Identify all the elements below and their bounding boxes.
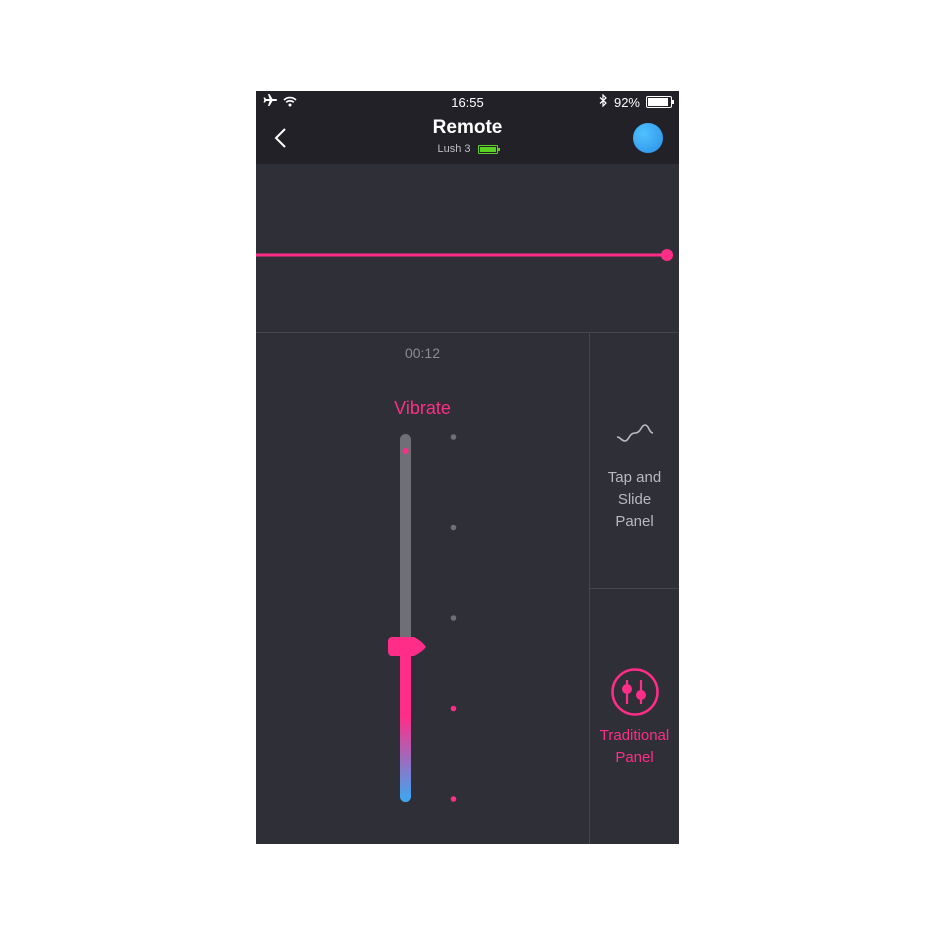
bluetooth-icon <box>599 93 608 110</box>
tap-and-slide-label-line1: Tap and <box>607 469 662 486</box>
level-step-dot <box>450 705 457 712</box>
tap-and-slide-panel-button[interactable]: Tap and Slide Panel <box>590 333 679 588</box>
tap-and-slide-label-line3: Panel <box>615 513 654 530</box>
level-step-dot <box>450 434 457 440</box>
traditional-panel-button[interactable]: Traditional Panel <box>590 589 679 844</box>
tap-and-slide-label: Tap and Slide Panel <box>590 467 679 533</box>
slider-top-marker <box>402 448 409 454</box>
level-step-markers <box>450 434 457 802</box>
level-step-dot <box>450 615 457 621</box>
level-step-dot <box>450 524 457 531</box>
tap-and-slide-label-line2: Slide <box>617 491 652 508</box>
slider-fill <box>400 647 411 802</box>
control-panel: 00:12 Vibrate <box>256 333 589 844</box>
waveform-current-point <box>661 249 673 261</box>
device-name-label: Lush 3 <box>437 143 471 155</box>
connection-status-indicator[interactable] <box>633 123 663 153</box>
page-title: Remote <box>432 117 503 138</box>
slider-thumb[interactable] <box>388 637 426 656</box>
device-name: Lush 3 <box>256 143 679 155</box>
traditional-label-line1: Traditional <box>599 727 670 744</box>
traditional-panel-label: Traditional Panel <box>590 725 679 769</box>
battery-icon <box>646 96 674 108</box>
sliders-icon <box>590 667 679 722</box>
status-bar: 16:55 92% <box>256 91 679 113</box>
level-step-dot <box>450 796 457 802</box>
device-battery-icon <box>477 144 500 154</box>
wave-icon <box>590 421 679 450</box>
intensity-slider[interactable] <box>256 333 589 844</box>
app-screen: 16:55 92% Remote Lush 3 00:12 Vibrate Ta… <box>256 91 679 844</box>
side-panel: Tap and Slide Panel Traditional Panel <box>590 333 679 844</box>
header: 16:55 92% Remote Lush 3 <box>256 91 679 164</box>
waveform-display <box>256 164 679 332</box>
battery-percent: 92% <box>613 94 640 110</box>
traditional-label-line2: Panel <box>615 749 654 766</box>
